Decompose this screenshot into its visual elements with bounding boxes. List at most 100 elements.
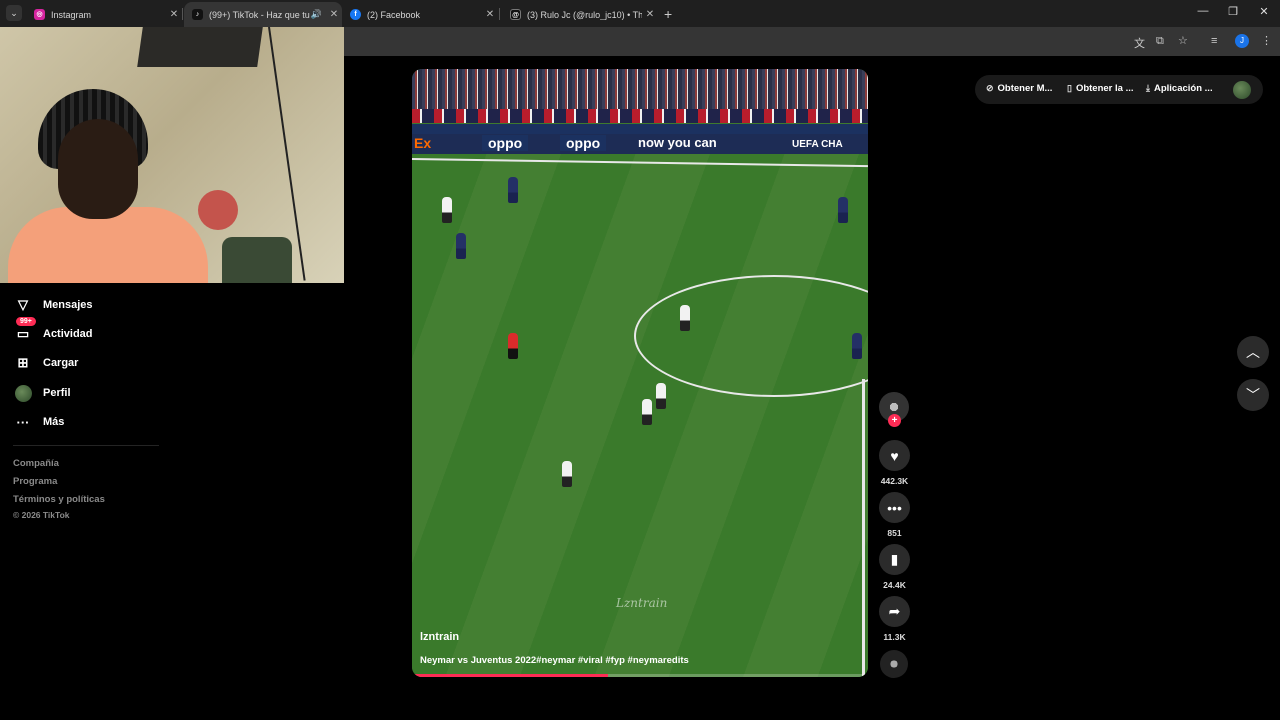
pitch-sideline bbox=[862, 379, 865, 677]
tab-instagram[interactable]: ◎ Instagram ✕ bbox=[26, 2, 182, 27]
get-m-button[interactable]: ⊘ Obtener M... bbox=[986, 83, 1052, 94]
comment-button[interactable]: ••• bbox=[879, 492, 910, 523]
user-avatar[interactable] bbox=[1233, 81, 1251, 99]
player bbox=[456, 233, 466, 259]
tab-facebook[interactable]: f (2) Facebook ✕ bbox=[342, 2, 498, 27]
sidebar-item-label: Mensajes bbox=[43, 299, 93, 311]
sidebar-item-label: Cargar bbox=[43, 357, 79, 369]
media-controls-icon[interactable]: ≡ bbox=[1211, 35, 1217, 47]
sidebar-item-mensajes[interactable]: ▽ Mensajes bbox=[14, 295, 93, 315]
player bbox=[642, 399, 652, 425]
app-button[interactable]: ⤓ Aplicación ... bbox=[1146, 83, 1213, 94]
restore-button[interactable]: ❐ bbox=[1218, 5, 1248, 18]
player bbox=[680, 305, 690, 331]
footer-link-terms[interactable]: Términos y políticas bbox=[13, 494, 105, 505]
share-icon: ➦ bbox=[888, 603, 901, 619]
stadium-crowd-front bbox=[412, 109, 868, 123]
background-person bbox=[198, 190, 238, 230]
person-face bbox=[58, 119, 138, 219]
ad-board-text: oppo bbox=[482, 135, 529, 151]
player bbox=[656, 383, 666, 409]
notification-badge: 99+ bbox=[16, 317, 36, 326]
save-count: 24.4K bbox=[883, 580, 906, 590]
share-button[interactable]: ➦ bbox=[879, 596, 910, 627]
new-tab-button[interactable]: + bbox=[664, 6, 672, 22]
minimize-button[interactable]: — bbox=[1188, 5, 1218, 17]
footer-link-program[interactable]: Programa bbox=[13, 476, 57, 487]
tab-divider bbox=[499, 8, 500, 20]
close-icon[interactable]: ✕ bbox=[642, 9, 658, 20]
next-video-button[interactable]: ﹀ bbox=[1237, 379, 1269, 411]
tab-title: Instagram bbox=[51, 9, 92, 20]
sidebar-item-label: Perfil bbox=[43, 387, 71, 399]
tab-title: (3) Rulo Jc (@rulo_jc10) • Threads bbox=[527, 9, 642, 20]
phone-icon: ▯ bbox=[1067, 83, 1072, 93]
close-window-button[interactable]: ✕ bbox=[1249, 5, 1279, 18]
sidebar-item-perfil[interactable]: Perfil bbox=[14, 383, 71, 403]
chevron-down-icon: ﹀ bbox=[1246, 387, 1260, 403]
player bbox=[508, 177, 518, 203]
upload-icon: ⊞ bbox=[17, 355, 29, 370]
follow-plus-icon[interactable]: + bbox=[888, 414, 901, 427]
profile-avatar-icon bbox=[14, 384, 32, 402]
video-author[interactable]: lzntrain bbox=[420, 631, 459, 643]
share-count: 11.3K bbox=[883, 632, 906, 642]
browser-tabstrip: ⌄ ◎ Instagram ✕ ♪ (99+) TikTok - Haz que… bbox=[0, 0, 1280, 27]
video-watermark: Lzntrain bbox=[616, 596, 668, 610]
player bbox=[852, 333, 862, 359]
wall-frame bbox=[137, 27, 263, 67]
previous-video-button[interactable]: ︿ bbox=[1237, 336, 1269, 368]
sidebar-item-label: Más bbox=[43, 416, 65, 428]
tab-title: (99+) TikTok - Haz que tu día bbox=[209, 9, 311, 20]
sidebar-item-mas[interactable]: ··· Más bbox=[14, 412, 65, 432]
sidebar-item-cargar[interactable]: ⊞ Cargar bbox=[14, 353, 79, 373]
like-button[interactable]: ♥ bbox=[879, 440, 910, 471]
player bbox=[562, 461, 572, 487]
referee bbox=[508, 333, 518, 359]
profile-avatar[interactable]: J bbox=[1235, 34, 1249, 48]
ad-board-text: Ex bbox=[414, 135, 432, 151]
comment-icon: ••• bbox=[887, 499, 902, 516]
install-app-icon[interactable]: ⧉ bbox=[1156, 35, 1164, 48]
footer-link-company[interactable]: Compañía bbox=[13, 458, 59, 469]
video-player[interactable]: Ex oppo oppo now you can UEFA CHA Lzntra… bbox=[412, 69, 868, 677]
bookmark-star-icon[interactable]: ☆ bbox=[1178, 34, 1188, 47]
tiktok-icon: ♪ bbox=[192, 9, 203, 20]
sidebar-item-actividad[interactable]: ▭ 99+ Actividad bbox=[14, 317, 93, 344]
inbox-icon: ▭ 99+ bbox=[14, 317, 36, 343]
player bbox=[838, 197, 848, 223]
sidebar-divider bbox=[13, 445, 159, 446]
webcam-overlay bbox=[0, 27, 344, 283]
copyright: © 2026 TikTok bbox=[13, 510, 70, 520]
menu-dots-icon[interactable]: ⋮ bbox=[1261, 34, 1272, 47]
instagram-icon: ◎ bbox=[34, 9, 45, 20]
ad-board-text: now you can bbox=[638, 135, 717, 150]
bookmark-icon: ▮ bbox=[890, 551, 899, 567]
player bbox=[442, 197, 452, 223]
ad-board-text: oppo bbox=[560, 135, 607, 151]
facebook-icon: f bbox=[350, 9, 361, 20]
close-icon[interactable]: ✕ bbox=[482, 9, 498, 20]
get-app-button[interactable]: ▯ Obtener la ... bbox=[1067, 83, 1134, 94]
tab-tiktok[interactable]: ♪ (99+) TikTok - Haz que tu día 🔊 ✕ bbox=[184, 2, 342, 27]
tab-divider bbox=[182, 8, 183, 20]
background-cloth bbox=[222, 237, 292, 283]
tab-search-icon[interactable]: ⌄ bbox=[6, 5, 22, 21]
close-icon[interactable]: ✕ bbox=[166, 9, 182, 20]
music-disc-icon[interactable] bbox=[880, 650, 908, 678]
coin-icon: ⊘ bbox=[986, 83, 994, 93]
like-count: 442.3K bbox=[880, 476, 909, 486]
chevron-up-icon: ︿ bbox=[1246, 344, 1260, 360]
translate-icon[interactable]: 文 bbox=[1134, 35, 1145, 51]
save-button[interactable]: ▮ bbox=[879, 544, 910, 575]
send-icon: ▽ bbox=[18, 297, 28, 312]
heart-icon: ♥ bbox=[890, 447, 899, 464]
tab-threads[interactable]: @ (3) Rulo Jc (@rulo_jc10) • Threads ✕ bbox=[502, 2, 658, 27]
close-icon[interactable]: ✕ bbox=[326, 9, 342, 20]
video-caption[interactable]: Neymar vs Juventus 2022#neymar #viral #f… bbox=[420, 655, 689, 666]
comment-count: 851 bbox=[887, 528, 902, 538]
more-icon: ··· bbox=[16, 414, 30, 430]
video-progress-bar[interactable] bbox=[412, 674, 868, 677]
threads-icon: @ bbox=[510, 9, 521, 20]
speaker-icon[interactable]: 🔊 bbox=[311, 9, 322, 20]
